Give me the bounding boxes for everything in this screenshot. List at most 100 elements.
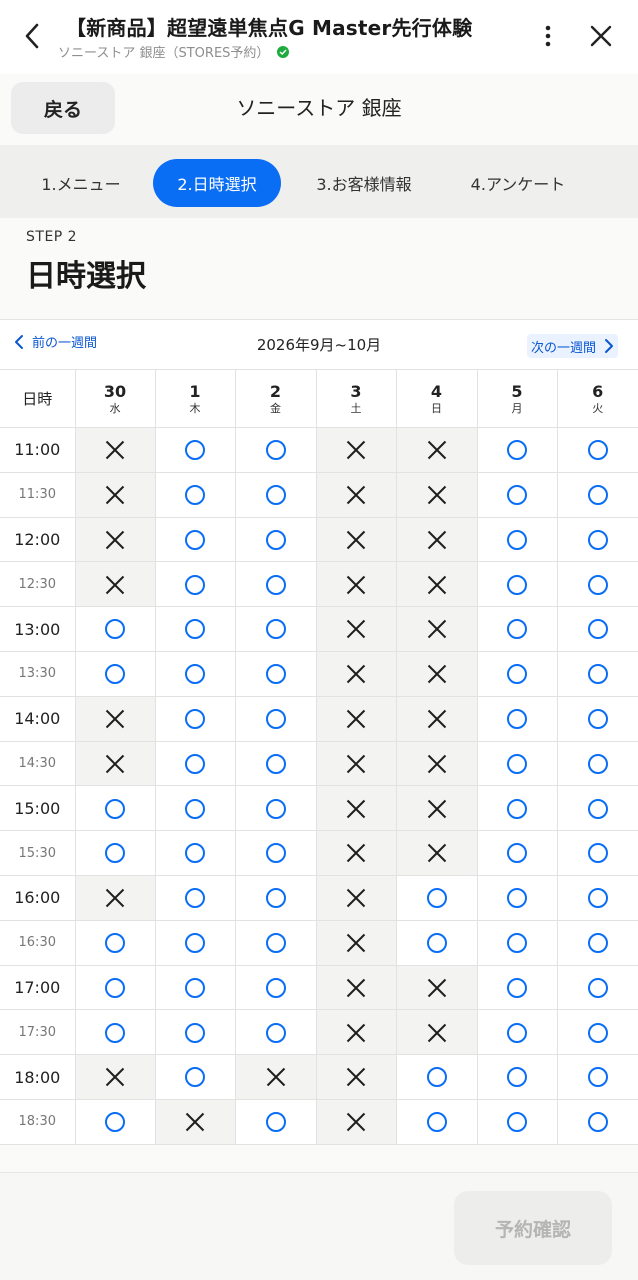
slot-available[interactable] (74, 1009, 156, 1056)
slot-available[interactable] (154, 471, 236, 518)
slot-available[interactable] (476, 740, 558, 787)
slot-available[interactable] (476, 919, 558, 966)
slot-available[interactable] (556, 785, 638, 832)
slot-available[interactable] (556, 695, 638, 742)
slot-available[interactable] (476, 606, 558, 652)
step-survey[interactable]: 4.アンケート (452, 159, 584, 207)
day-weekday: 土 (350, 401, 362, 415)
available-circle-icon (587, 664, 608, 685)
slot-available[interactable] (154, 516, 236, 563)
slot-available[interactable] (154, 1054, 236, 1100)
slot-available[interactable] (154, 919, 236, 966)
slot-available[interactable] (154, 1009, 236, 1056)
next-week-link[interactable]: 次の一週間 (527, 334, 619, 358)
slot-available[interactable] (74, 919, 156, 966)
unavailable-cross-icon (346, 530, 366, 550)
slot-available[interactable] (154, 740, 236, 787)
slot-available[interactable] (154, 785, 236, 832)
slot-available[interactable] (556, 516, 638, 563)
day-weekday: 金 (270, 401, 281, 415)
calendar-header-row: 日時 30 水 1 木 2 金 3 土 4 日 5 月 6 火 (0, 369, 638, 428)
slot-available[interactable] (476, 785, 558, 832)
slot-available[interactable] (234, 606, 317, 652)
slot-available[interactable] (556, 919, 638, 966)
slot-available[interactable] (556, 1098, 638, 1145)
slot-available[interactable] (476, 1054, 558, 1100)
slot-available[interactable] (476, 650, 558, 697)
slot-available[interactable] (234, 830, 317, 876)
unavailable-cross-icon (346, 1023, 366, 1043)
slot-available[interactable] (74, 830, 156, 876)
slot-available[interactable] (476, 830, 558, 876)
slot-available[interactable] (74, 650, 156, 697)
slot-available[interactable] (476, 516, 558, 563)
slot-available[interactable] (74, 1098, 156, 1145)
slot-available[interactable] (556, 561, 638, 608)
time-slot-row: 16:00 (0, 874, 638, 921)
reserve-confirm-button[interactable]: 予約確認 (454, 1191, 612, 1265)
slot-available[interactable] (476, 471, 558, 518)
slot-available[interactable] (234, 650, 317, 697)
slot-available[interactable] (154, 964, 236, 1011)
slot-available[interactable] (476, 561, 558, 608)
unavailable-cross-icon (185, 1112, 205, 1132)
slot-available[interactable] (395, 874, 478, 921)
slot-available[interactable] (556, 740, 638, 787)
slot-available[interactable] (395, 919, 478, 966)
slot-available[interactable] (154, 561, 236, 608)
slot-available[interactable] (234, 874, 317, 921)
slot-available[interactable] (234, 427, 317, 473)
slot-available[interactable] (154, 606, 236, 652)
slot-available[interactable] (556, 606, 638, 652)
available-circle-icon (265, 843, 286, 864)
day-weekday: 水 (109, 401, 121, 415)
slot-available[interactable] (234, 1009, 317, 1056)
slot-available[interactable] (234, 516, 317, 563)
slot-available[interactable] (556, 650, 638, 697)
slot-available[interactable] (556, 1054, 638, 1100)
slot-available[interactable] (556, 427, 638, 473)
available-circle-icon (265, 484, 286, 505)
slot-available[interactable] (234, 964, 317, 1011)
unavailable-cross-icon (427, 978, 447, 998)
available-circle-icon (105, 1022, 125, 1043)
slot-available[interactable] (74, 785, 156, 832)
slot-available[interactable] (234, 695, 317, 742)
slot-available[interactable] (476, 427, 558, 473)
slot-available[interactable] (154, 427, 236, 473)
slot-available[interactable] (556, 964, 638, 1011)
slot-unavailable (315, 1054, 397, 1100)
slot-available[interactable] (556, 874, 638, 921)
slot-available[interactable] (395, 1098, 478, 1145)
slot-available[interactable] (556, 1009, 638, 1056)
slot-available[interactable] (476, 964, 558, 1011)
slot-available[interactable] (74, 964, 156, 1011)
slot-available[interactable] (476, 1009, 558, 1056)
slot-available[interactable] (234, 471, 317, 518)
slot-available[interactable] (74, 606, 156, 652)
slot-available[interactable] (234, 785, 317, 832)
more-options-icon[interactable] (534, 20, 562, 52)
slot-available[interactable] (395, 1054, 478, 1100)
slot-available[interactable] (234, 561, 317, 608)
slot-available[interactable] (234, 919, 317, 966)
slot-available[interactable] (154, 695, 236, 742)
step-menu[interactable]: 1.メニュー (22, 159, 140, 207)
slot-available[interactable] (154, 830, 236, 876)
step-datetime[interactable]: 2.日時選択 (153, 159, 281, 207)
slot-available[interactable] (556, 471, 638, 518)
slot-unavailable (154, 1098, 236, 1145)
available-circle-icon (426, 1067, 447, 1088)
slot-available[interactable] (476, 695, 558, 742)
slot-available[interactable] (476, 874, 558, 921)
step-customer-info[interactable]: 3.お客様情報 (298, 159, 430, 207)
close-icon[interactable] (584, 18, 618, 54)
slot-available[interactable] (234, 740, 317, 787)
slot-available[interactable] (154, 650, 236, 697)
slot-available[interactable] (476, 1098, 558, 1145)
slot-available[interactable] (556, 830, 638, 876)
back-arrow-icon[interactable] (14, 18, 50, 54)
slot-available[interactable] (234, 1098, 317, 1145)
slot-available[interactable] (154, 874, 236, 921)
available-circle-icon (587, 708, 608, 729)
